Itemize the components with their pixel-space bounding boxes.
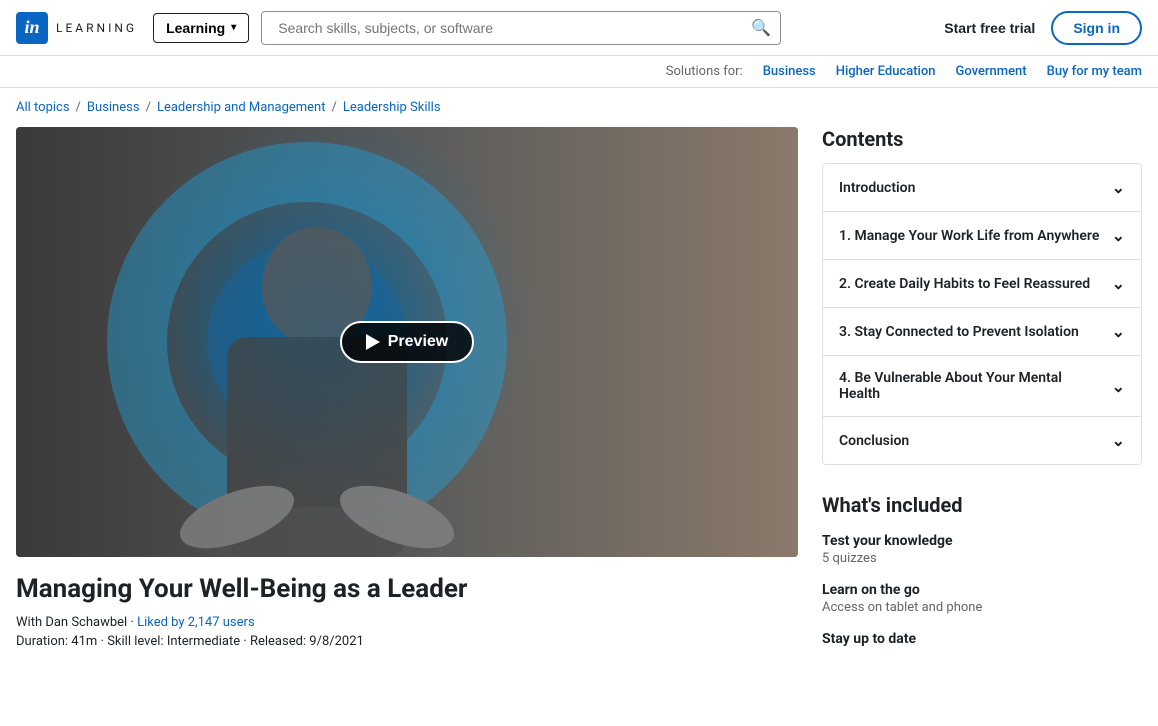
breadcrumb-sep-1: / <box>76 100 81 115</box>
course-duration: Duration: 41m <box>16 634 97 649</box>
contents-item-2[interactable]: 2. Create Daily Habits to Feel Reassured… <box>823 260 1141 308</box>
chevron-4-icon: ⌄ <box>1112 377 1125 396</box>
course-author-meta: With Dan Schawbel · Liked by 2,147 users <box>16 615 798 630</box>
learning-dropdown[interactable]: Learning ▾ <box>153 13 249 43</box>
right-panel: Contents Introduction ⌄ 1. Manage Your W… <box>822 127 1142 663</box>
contents-item-conclusion[interactable]: Conclusion ⌄ <box>823 417 1141 464</box>
included-stay-updated-title: Stay up to date <box>822 631 1142 647</box>
breadcrumb-sep-3: / <box>332 100 337 115</box>
linkedin-icon: in <box>16 12 48 44</box>
contents-item-3[interactable]: 3. Stay Connected to Prevent Isolation ⌄ <box>823 308 1141 356</box>
contents-item-1-label: 1. Manage Your Work Life from Anywhere <box>839 228 1099 244</box>
contents-title: Contents <box>822 127 1142 151</box>
search-button[interactable]: 🔍 <box>741 11 781 45</box>
contents-item-1[interactable]: 1. Manage Your Work Life from Anywhere ⌄ <box>823 212 1141 260</box>
solutions-government-link[interactable]: Government <box>955 64 1026 79</box>
search-input[interactable] <box>261 11 781 45</box>
chevron-2-icon: ⌄ <box>1112 274 1125 293</box>
contents-item-3-label: 3. Stay Connected to Prevent Isolation <box>839 324 1079 340</box>
breadcrumb-all-topics[interactable]: All topics <box>16 100 70 115</box>
chevron-down-icon: ▾ <box>231 22 236 33</box>
included-item-stay-updated: Stay up to date <box>822 631 1142 647</box>
left-panel: Preview Managing Your Well-Being as a Le… <box>16 127 798 663</box>
chevron-introduction-icon: ⌄ <box>1112 178 1125 197</box>
course-details-meta: Duration: 41m · Skill level: Intermediat… <box>16 634 798 649</box>
solutions-higher-ed-link[interactable]: Higher Education <box>836 64 936 79</box>
chevron-conclusion-icon: ⌄ <box>1112 431 1125 450</box>
contents-item-4[interactable]: 4. Be Vulnerable About Your Mental Healt… <box>823 356 1141 417</box>
contents-list: Introduction ⌄ 1. Manage Your Work Life … <box>822 163 1142 465</box>
included-learn-go-sub: Access on tablet and phone <box>822 600 1142 615</box>
breadcrumb-leadership-skills[interactable]: Leadership Skills <box>343 100 441 115</box>
breadcrumb-business[interactable]: Business <box>87 100 140 115</box>
solutions-bar: Solutions for: Business Higher Education… <box>0 56 1158 88</box>
learning-dropdown-label: Learning <box>166 20 225 36</box>
contents-item-4-label: 4. Be Vulnerable About Your Mental Healt… <box>839 370 1104 402</box>
course-author: With Dan Schawbel <box>16 615 127 630</box>
start-trial-button[interactable]: Start free trial <box>944 20 1035 36</box>
solutions-buy-team-link[interactable]: Buy for my team <box>1047 64 1142 79</box>
solutions-label: Solutions for: <box>666 64 743 79</box>
included-item-quiz: Test your knowledge 5 quizzes <box>822 533 1142 566</box>
solutions-business-link[interactable]: Business <box>763 64 816 79</box>
sign-in-button[interactable]: Sign in <box>1051 11 1142 45</box>
header-actions: Start free trial Sign in <box>944 11 1142 45</box>
contents-item-introduction[interactable]: Introduction ⌄ <box>823 164 1141 212</box>
course-title: Managing Your Well-Being as a Leader <box>16 573 798 607</box>
preview-label: Preview <box>388 333 448 351</box>
included-quiz-sub: 5 quizzes <box>822 551 1142 566</box>
header: in LEARNING Learning ▾ 🔍 Start free tria… <box>0 0 1158 56</box>
contents-item-conclusion-label: Conclusion <box>839 433 909 449</box>
main-content: Preview Managing Your Well-Being as a Le… <box>0 127 1158 687</box>
included-quiz-title: Test your knowledge <box>822 533 1142 549</box>
included-learn-go-title: Learn on the go <box>822 582 1142 598</box>
search-container: 🔍 <box>261 11 781 45</box>
course-liked: Liked by 2,147 users <box>137 615 255 630</box>
search-icon: 🔍 <box>751 18 771 38</box>
video-thumbnail[interactable]: Preview <box>16 127 798 557</box>
dot-sep-3: · <box>243 634 250 649</box>
breadcrumb-sep-2: / <box>146 100 151 115</box>
chevron-3-icon: ⌄ <box>1112 322 1125 341</box>
contents-item-introduction-label: Introduction <box>839 180 915 196</box>
included-item-learn-go: Learn on the go Access on tablet and pho… <box>822 582 1142 615</box>
course-released: Released: 9/8/2021 <box>250 634 364 649</box>
whats-included-title: What's included <box>822 493 1142 517</box>
breadcrumb-leadership-management[interactable]: Leadership and Management <box>157 100 326 115</box>
course-skill-level: Skill level: Intermediate <box>107 634 240 649</box>
contents-item-2-label: 2. Create Daily Habits to Feel Reassured <box>839 276 1090 292</box>
chevron-1-icon: ⌄ <box>1112 226 1125 245</box>
breadcrumb: All topics / Business / Leadership and M… <box>0 88 1158 127</box>
play-icon <box>366 334 380 350</box>
preview-button[interactable]: Preview <box>340 321 474 363</box>
logo[interactable]: in LEARNING <box>16 12 137 44</box>
learning-logo-text: LEARNING <box>56 21 137 35</box>
